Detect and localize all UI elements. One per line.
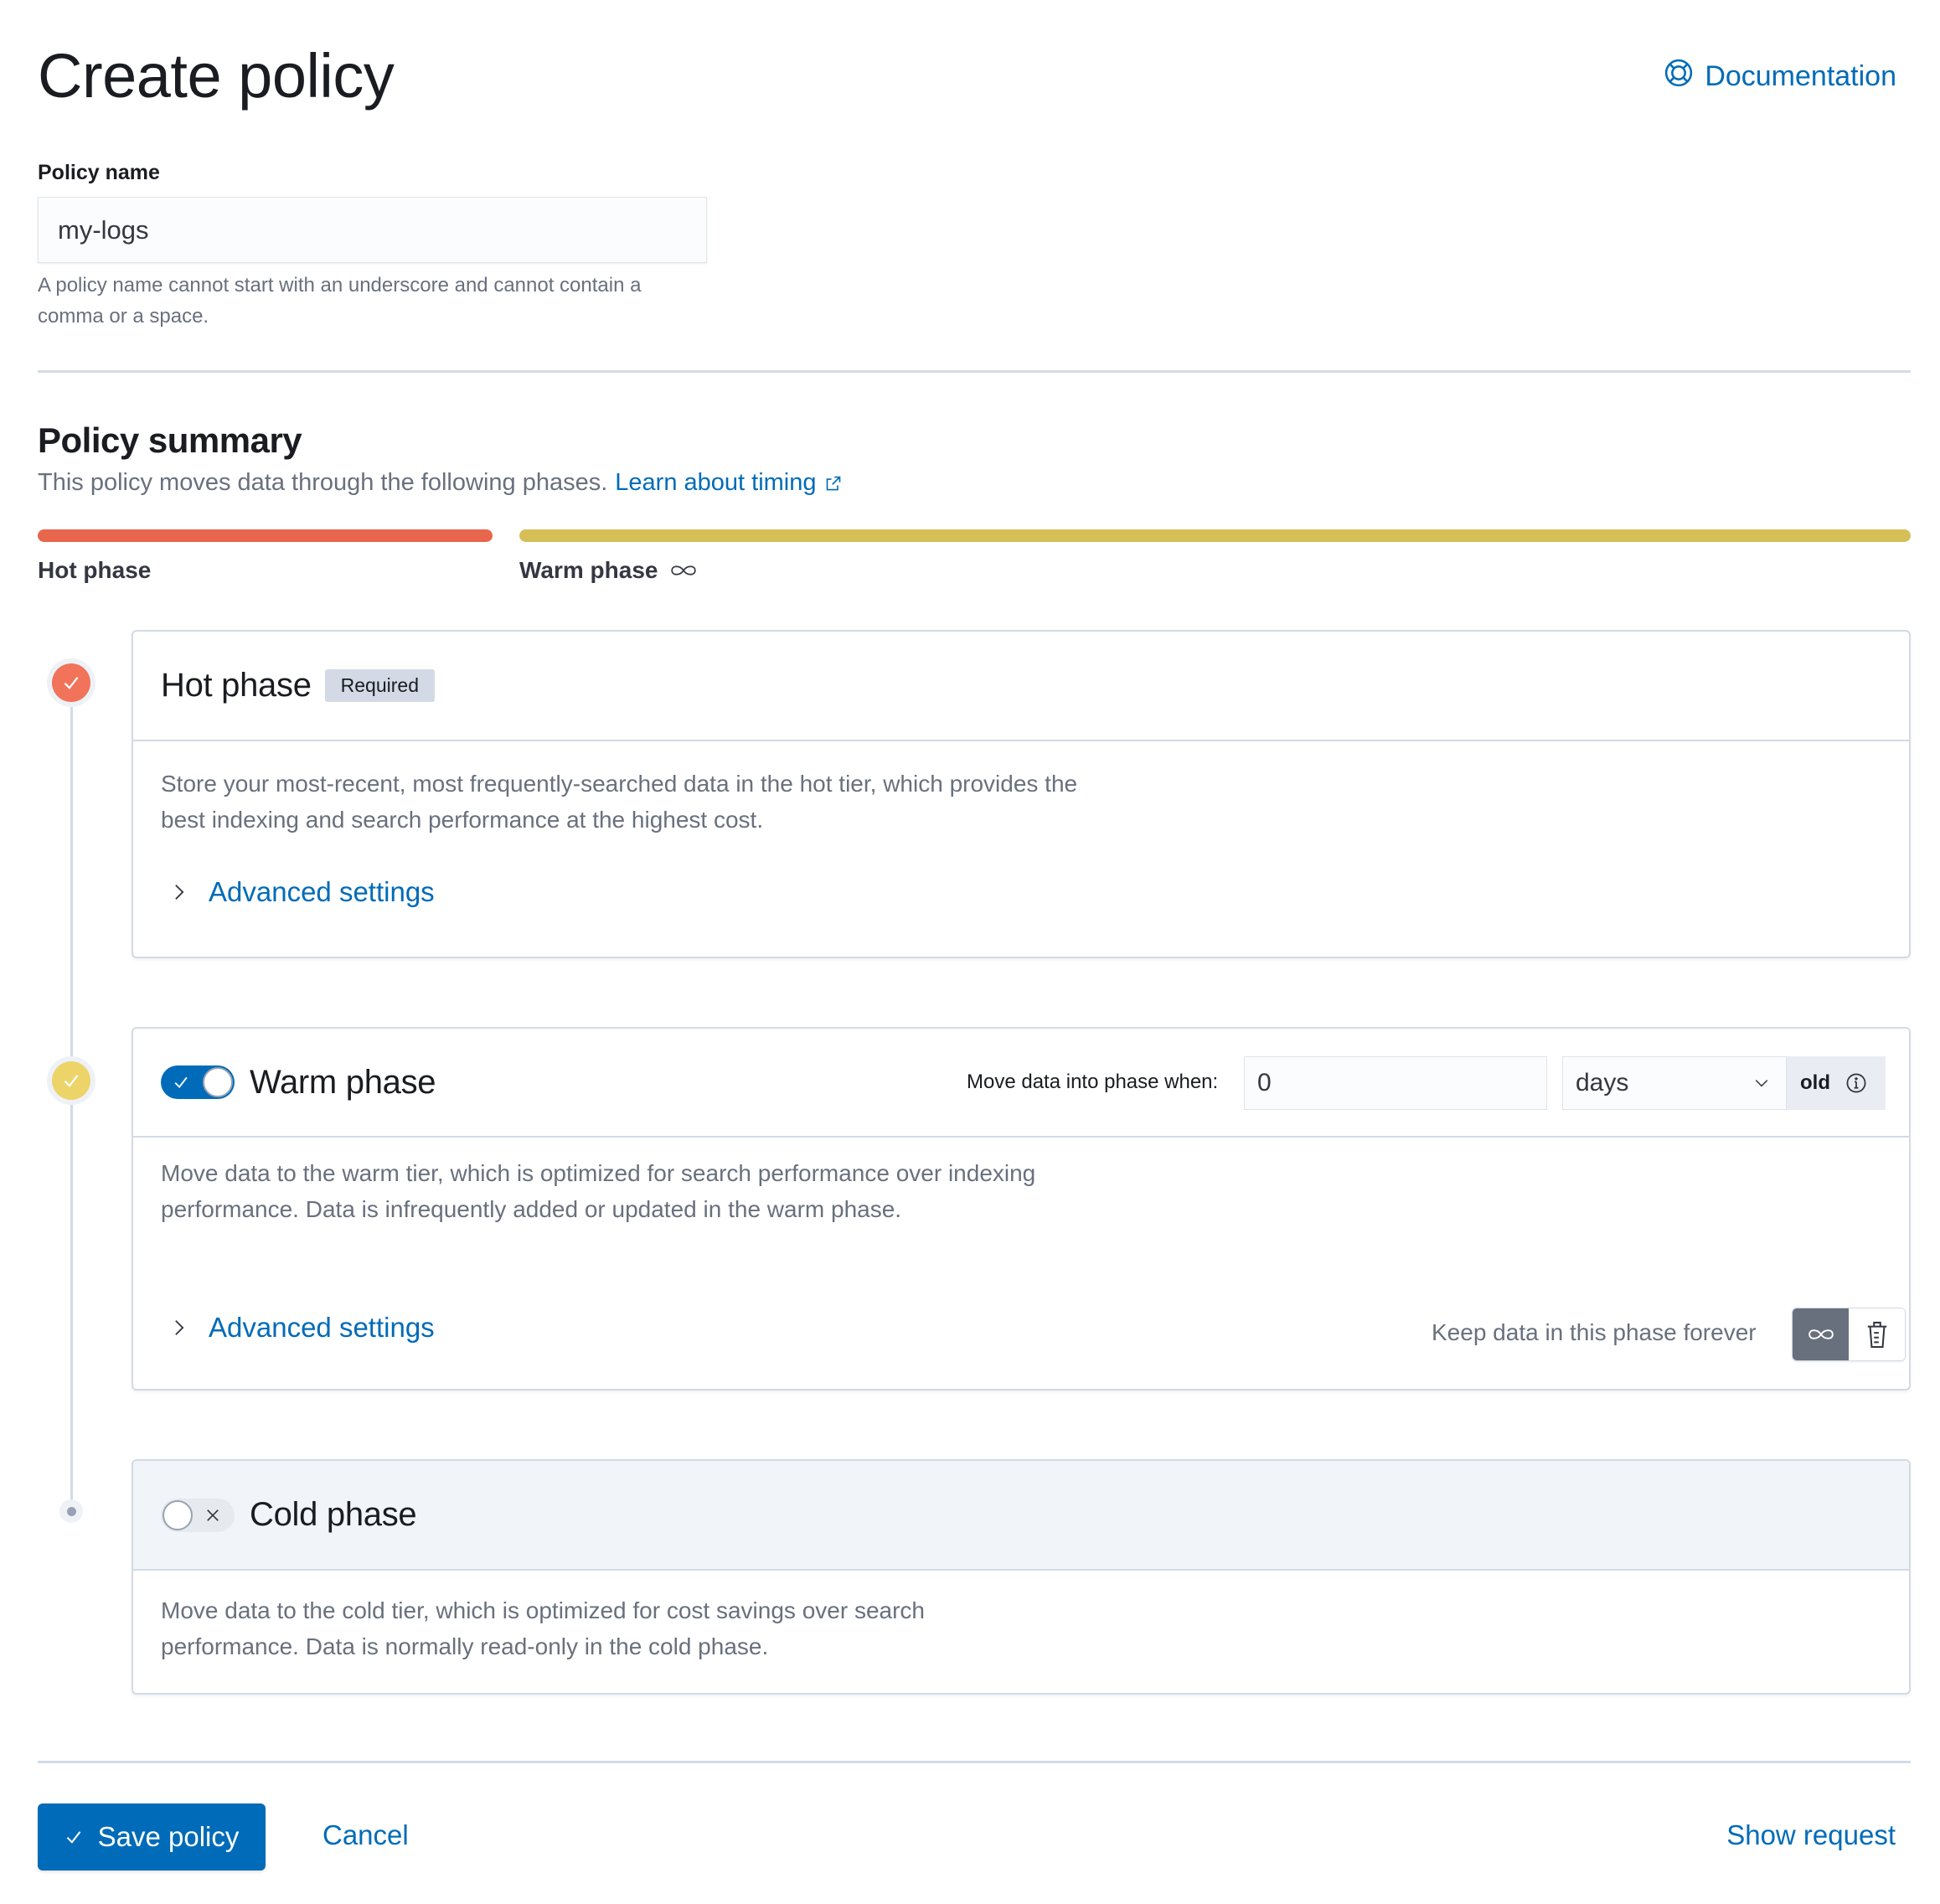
documentation-label: Documentation bbox=[1705, 60, 1896, 92]
cold-phase-indicator bbox=[59, 1499, 83, 1523]
min-age-unit-value: days bbox=[1576, 1069, 1629, 1096]
hot-phase-description: Store your most-recent, most frequently-… bbox=[161, 771, 1078, 833]
divider bbox=[38, 1761, 1911, 1763]
cancel-button[interactable]: Cancel bbox=[322, 1819, 409, 1851]
external-link-icon bbox=[826, 476, 840, 490]
min-age-unit-select[interactable]: days bbox=[1562, 1056, 1787, 1110]
cold-phase-toggle[interactable] bbox=[161, 1498, 235, 1532]
warm-phase-toggle[interactable] bbox=[161, 1066, 235, 1099]
timeline-line bbox=[70, 704, 73, 1508]
divider bbox=[38, 370, 1911, 373]
min-age-suffix: old bbox=[1787, 1056, 1886, 1110]
chevron-down-icon bbox=[1755, 1080, 1768, 1087]
documentation-link[interactable]: Documentation bbox=[1664, 59, 1896, 95]
check-icon bbox=[174, 1076, 188, 1089]
chevron-right-icon bbox=[175, 1320, 184, 1335]
warm-advanced-settings-toggle[interactable]: Advanced settings bbox=[170, 1312, 435, 1344]
check-icon bbox=[64, 1075, 79, 1087]
cold-phase-description: Move data to the cold tier, which is opt… bbox=[161, 1597, 925, 1659]
infinity-icon bbox=[671, 565, 697, 575]
warm-phase-summary-label: Warm phase bbox=[519, 557, 698, 584]
cross-icon bbox=[207, 1509, 219, 1521]
keep-forever-button[interactable] bbox=[1793, 1308, 1849, 1360]
infinity-icon bbox=[1808, 1329, 1834, 1339]
end-of-phase-button-group bbox=[1792, 1308, 1906, 1361]
warm-phase-bar bbox=[519, 529, 1911, 542]
hot-phase-header: Hot phase Required bbox=[133, 632, 1909, 741]
learn-link-label: Learn about timing bbox=[615, 469, 817, 496]
delete-after-phase-button[interactable] bbox=[1849, 1308, 1905, 1360]
policy-name-input[interactable] bbox=[38, 197, 707, 263]
hot-advanced-settings-toggle[interactable]: Advanced settings bbox=[170, 876, 435, 908]
show-request-button[interactable]: Show request bbox=[1726, 1819, 1896, 1851]
move-data-label: Move data into phase when: bbox=[967, 1071, 1219, 1093]
policy-name-help: A policy name cannot start with an under… bbox=[38, 274, 642, 328]
required-badge: Required bbox=[324, 669, 435, 702]
chevron-right-icon bbox=[175, 885, 184, 900]
min-age-input[interactable]: 0 bbox=[1244, 1056, 1547, 1110]
old-label: old bbox=[1800, 1071, 1830, 1094]
policy-summary-title: Policy summary bbox=[38, 421, 302, 460]
cold-phase-panel: Cold phase Move data to the cold tier, w… bbox=[132, 1459, 1911, 1695]
warm-phase-indicator bbox=[47, 1056, 95, 1105]
summary-description-text: This policy moves data through the follo… bbox=[38, 469, 608, 496]
policy-name-label: Policy name bbox=[38, 161, 160, 184]
warm-phase-summary-text: Warm phase bbox=[519, 557, 658, 583]
advanced-settings-label: Advanced settings bbox=[209, 876, 435, 907]
save-policy-button[interactable]: Save policy bbox=[38, 1803, 266, 1870]
hot-phase-summary-label: Hot phase bbox=[38, 557, 151, 584]
min-age-value: 0 bbox=[1257, 1069, 1272, 1096]
keep-forever-label: Keep data in this phase forever bbox=[1432, 1319, 1757, 1345]
hot-phase-title: Hot phase bbox=[161, 667, 312, 704]
warm-phase-description: Move data to the warm tier, which is opt… bbox=[161, 1160, 1036, 1222]
page-title: Create policy bbox=[38, 41, 395, 111]
lifebuoy-icon bbox=[1664, 59, 1693, 95]
learn-about-timing-link[interactable]: Learn about timing bbox=[615, 469, 841, 497]
hot-phase-bar bbox=[38, 529, 493, 542]
warm-phase-title: Warm phase bbox=[250, 1063, 436, 1101]
cold-phase-header: Cold phase bbox=[133, 1461, 1909, 1571]
policy-summary-description: This policy moves data through the follo… bbox=[38, 469, 842, 497]
advanced-settings-label: Advanced settings bbox=[209, 1312, 435, 1343]
hot-phase-indicator bbox=[47, 658, 95, 707]
info-icon[interactable] bbox=[1845, 1072, 1867, 1094]
warm-phase-panel: Warm phase Move data into phase when: 0 … bbox=[132, 1027, 1911, 1391]
check-icon bbox=[66, 1831, 80, 1844]
trash-icon bbox=[1867, 1321, 1886, 1349]
hot-phase-panel: Hot phase Required Store your most-recen… bbox=[132, 630, 1911, 958]
check-icon bbox=[64, 677, 79, 689]
hot-phase-summary-text: Hot phase bbox=[38, 557, 152, 583]
cold-phase-title: Cold phase bbox=[250, 1496, 417, 1533]
save-policy-label: Save policy bbox=[97, 1821, 240, 1852]
